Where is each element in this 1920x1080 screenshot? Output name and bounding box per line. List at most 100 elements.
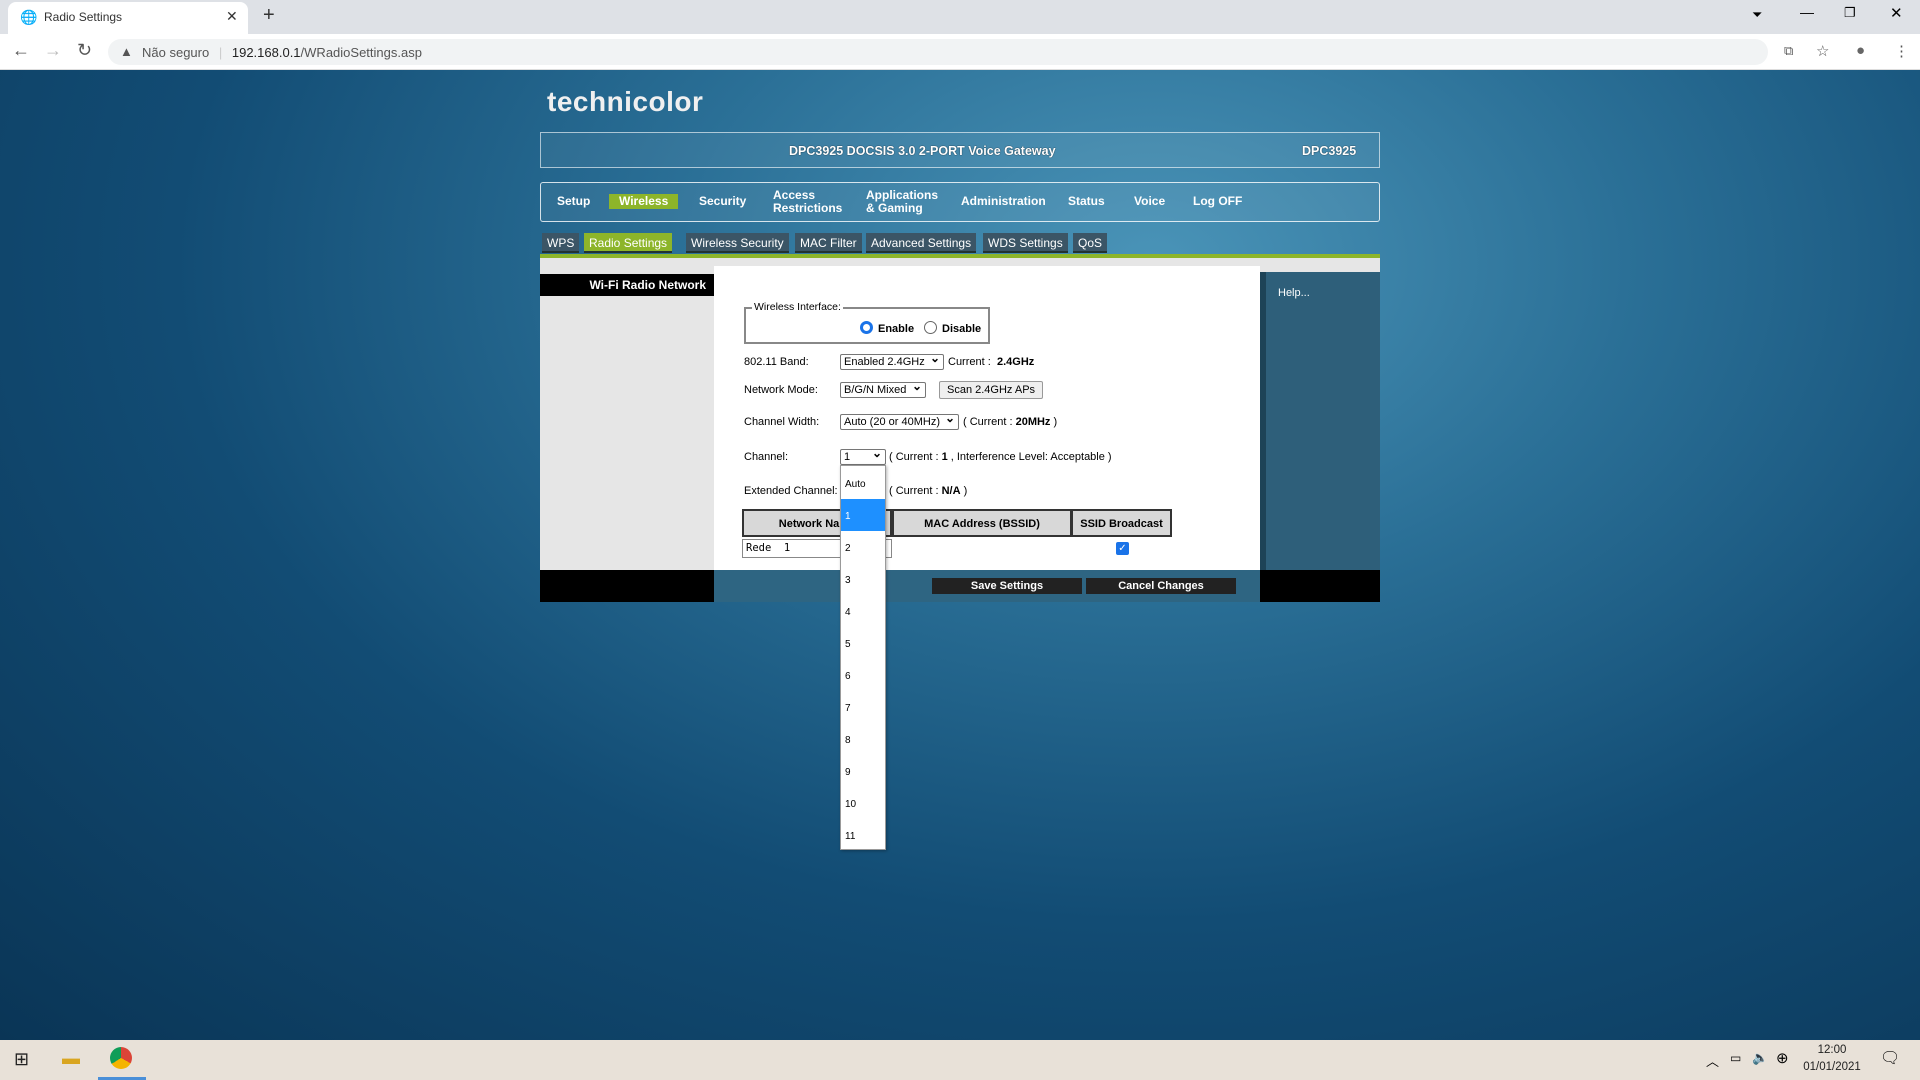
star-icon[interactable]: ☆ (1816, 42, 1829, 60)
mode-label: Network Mode: (744, 384, 818, 396)
scan-aps-button[interactable]: Scan 2.4GHz APs (939, 381, 1044, 399)
current-value: 20MHz (1015, 416, 1051, 428)
nav-security[interactable]: Security (699, 195, 746, 208)
nav-applications-gaming[interactable]: Applications & Gaming (866, 189, 938, 215)
header-bar: DPC3925 DOCSIS 3.0 2-PORT Voice Gateway … (540, 132, 1380, 168)
tray-chevron-icon[interactable]: ︿ (1706, 1051, 1719, 1070)
band-select[interactable]: Enabled 2.4GHz (840, 351, 944, 370)
current-label: ( Current : (889, 485, 939, 497)
subtab-radio-settings[interactable]: Radio Settings (584, 233, 673, 253)
band-label: 802.11 Band: (744, 356, 809, 368)
channel-label: Channel: (744, 451, 789, 463)
nav-setup[interactable]: Setup (557, 195, 590, 208)
channel-option[interactable]: 11 (841, 819, 885, 851)
new-tab-icon[interactable]: + (263, 4, 275, 27)
current-label: ( Current : (963, 416, 1013, 428)
restore-icon[interactable]: ❐ (1844, 5, 1856, 21)
battery-icon[interactable]: ▭ (1730, 1051, 1741, 1065)
wireless-interface-fieldset: Wireless Interface: Enable Disable (744, 301, 990, 344)
menu-icon[interactable]: ⋮ (1894, 42, 1909, 60)
band-current-label: Current : (948, 356, 991, 368)
channel-width-label: Channel Width: (744, 416, 820, 428)
subtab-wds-settings[interactable]: WDS Settings (983, 233, 1068, 253)
channel-option[interactable]: 8 (841, 723, 885, 755)
channel-option[interactable]: Auto (841, 467, 885, 499)
channel-option[interactable]: 5 (841, 627, 885, 659)
header-ssid-broadcast: SSID Broadcast (1071, 509, 1172, 537)
channel-option[interactable]: 4 (841, 595, 885, 627)
taskbar: ⊞ ▬ ︿ ▭ 🔈 ⊕ 12:00 01/01/2021 🗨 (0, 1040, 1920, 1080)
wireless-interface-legend: Wireless Interface: (752, 301, 843, 313)
translate-icon[interactable]: ⧉ (1784, 43, 1793, 59)
save-settings-button[interactable]: Save Settings (932, 578, 1082, 594)
current-value: N/A (941, 485, 961, 497)
network-mode-select[interactable]: B/G/N Mixed (840, 379, 926, 398)
help-link[interactable]: Help... (1278, 287, 1310, 299)
subtab-mac-filter[interactable]: MAC Filter (795, 233, 862, 253)
nav-voice[interactable]: Voice (1134, 195, 1165, 208)
channel-width-current: ( Current : 20MHz ) (963, 416, 1057, 428)
channel-option[interactable]: 1 (841, 499, 885, 531)
nav-label: Applications (866, 188, 939, 202)
enable-radio[interactable] (860, 321, 873, 334)
tab-strip: 🌐 Radio Settings ✕ + ⏷ — ❐ ✕ (0, 0, 1920, 34)
current-value: 1 (941, 451, 948, 463)
back-icon[interactable]: ← (12, 40, 30, 61)
reload-icon[interactable]: ↻ (77, 40, 92, 61)
network-icon[interactable]: ⊕ (1776, 1049, 1789, 1067)
tab-title: Radio Settings (44, 10, 123, 24)
main-nav: Setup Wireless Security Access Restrictio… (540, 182, 1380, 222)
clock-time[interactable]: 12:00 (1800, 1044, 1864, 1056)
url-path: /WRadioSettings.asp (300, 45, 422, 60)
subtab-wireless-security[interactable]: Wireless Security (686, 233, 789, 253)
clock-date[interactable]: 01/01/2021 (1798, 1061, 1866, 1073)
subtab-advanced-settings[interactable]: Advanced Settings (866, 233, 977, 253)
band-current-value: 2.4GHz (997, 356, 1035, 368)
windows-start-icon[interactable]: ⊞ (14, 1049, 29, 1070)
extended-channel-label: Extended Channel: (744, 485, 838, 497)
ssid-broadcast-checkbox[interactable]: ✓ (1116, 542, 1129, 555)
nav-administration[interactable]: Administration (961, 195, 1046, 208)
address-bar[interactable]: ▲ Não seguro | 192.168.0.1/WRadioSetting… (108, 39, 1829, 65)
profile-dropdown-icon[interactable]: ⏷ (1752, 7, 1762, 23)
nav-label: Restrictions (773, 201, 843, 215)
notifications-icon[interactable]: 🗨 (1880, 1048, 1900, 1068)
channel-option[interactable]: 7 (841, 691, 885, 723)
help-panel: Help... (1260, 272, 1380, 570)
subtab-wps[interactable]: WPS (542, 233, 580, 253)
globe-icon: 🌐 (20, 9, 38, 25)
nav-log-off[interactable]: Log OFF (1193, 195, 1242, 208)
channel-select[interactable]: 1 (840, 446, 886, 465)
disable-radio[interactable] (924, 321, 937, 334)
minimize-icon[interactable]: — (1800, 4, 1814, 20)
nav-label: & Gaming (866, 201, 923, 215)
security-label: Não seguro (142, 45, 210, 60)
paren: ) (963, 485, 968, 497)
channel-option[interactable]: 3 (841, 563, 885, 595)
channel-dropdown-list: Auto 1 2 3 4 5 6 7 8 9 10 11 (840, 465, 886, 850)
channel-width-select[interactable]: Auto (20 or 40MHz) (840, 411, 959, 430)
nav-wireless[interactable]: Wireless (609, 194, 679, 209)
window-close-icon[interactable]: ✕ (1890, 4, 1903, 22)
channel-option[interactable]: 6 (841, 659, 885, 691)
cancel-changes-button[interactable]: Cancel Changes (1086, 578, 1236, 594)
chrome-icon[interactable] (110, 1047, 132, 1069)
header-title: DPC3925 DOCSIS 3.0 2-PORT Voice Gateway (789, 144, 1056, 158)
header-mac-address: MAC Address (BSSID) (892, 509, 1072, 537)
channel-option[interactable]: 2 (841, 531, 885, 563)
forward-icon[interactable]: → (44, 40, 62, 61)
close-tab-icon[interactable]: ✕ (226, 8, 238, 25)
enable-label: Enable (878, 323, 915, 335)
paren: ) (1053, 416, 1058, 428)
subtab-qos[interactable]: QoS (1073, 233, 1108, 253)
account-icon[interactable]: ● (1856, 42, 1865, 59)
nav-access-restrictions[interactable]: Access Restrictions (773, 189, 842, 215)
nav-status[interactable]: Status (1068, 195, 1105, 208)
current-label: ( Current : (889, 451, 939, 463)
volume-icon[interactable]: 🔈 (1752, 1050, 1768, 1066)
channel-option[interactable]: 10 (841, 787, 885, 819)
file-explorer-icon[interactable]: ▬ (62, 1048, 80, 1069)
channel-option[interactable]: 9 (841, 755, 885, 787)
browser-tab[interactable]: 🌐 Radio Settings ✕ (8, 2, 248, 34)
extended-channel-current: ( Current : N/A ) (889, 485, 967, 497)
